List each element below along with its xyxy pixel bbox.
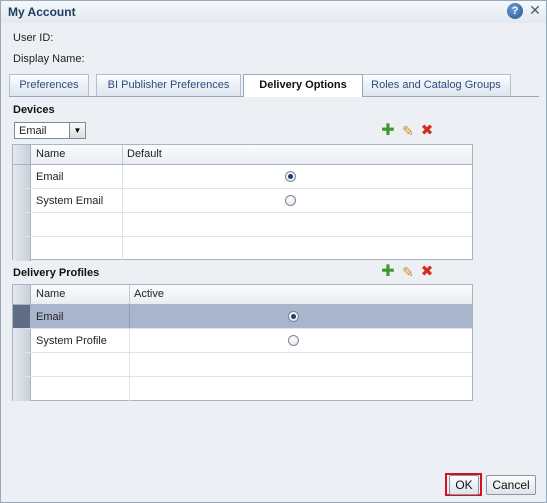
column-header-active[interactable]: Active xyxy=(130,285,474,304)
active-cell xyxy=(130,305,474,328)
add-icon[interactable]: ✚ xyxy=(380,264,396,280)
device-type-select[interactable]: Email ▼ xyxy=(14,122,86,139)
device-type-value: Email xyxy=(19,125,47,137)
table-row[interactable]: Email xyxy=(13,165,472,189)
device-name-cell: Email xyxy=(32,165,123,188)
delivery-options-panel: Devices Email ▼ ✚ ✎ ✖ Name Default Email xyxy=(9,96,539,458)
tab-bi-publisher-preferences[interactable]: BI Publisher Preferences xyxy=(96,74,241,96)
tab-label: Delivery Options xyxy=(259,79,347,91)
edit-icon[interactable]: ✎ xyxy=(400,264,416,280)
cancel-button[interactable]: Cancel xyxy=(486,475,536,495)
delivery-profiles-title: Delivery Profiles xyxy=(13,267,100,279)
active-radio[interactable] xyxy=(288,311,299,322)
close-icon[interactable]: ✕ xyxy=(528,2,542,18)
table-header: Name Active xyxy=(13,285,472,305)
ok-button[interactable]: OK xyxy=(449,475,479,495)
devices-table: Name Default Email System Email xyxy=(12,144,473,261)
profile-name-cell: Email xyxy=(32,305,130,328)
column-header-default[interactable]: Default xyxy=(123,145,474,164)
dialog-titlebar: My Account ? ✕ xyxy=(1,1,546,23)
device-name-cell: System Email xyxy=(32,189,123,212)
delete-icon[interactable]: ✖ xyxy=(419,123,435,139)
tab-preferences[interactable]: Preferences xyxy=(9,74,89,96)
devices-title: Devices xyxy=(13,104,55,116)
default-radio[interactable] xyxy=(285,171,296,182)
table-row[interactable]: Email xyxy=(13,305,472,329)
delete-icon[interactable]: ✖ xyxy=(419,264,435,280)
column-header-name[interactable]: Name xyxy=(32,285,130,304)
empty-row xyxy=(13,237,472,261)
default-cell xyxy=(123,189,474,212)
display-name-label: Display Name: xyxy=(13,53,85,65)
table-row[interactable]: System Email xyxy=(13,189,472,213)
active-cell xyxy=(130,329,474,352)
table-row[interactable]: System Profile xyxy=(13,329,472,353)
user-id-label: User ID: xyxy=(13,32,54,44)
my-account-dialog: My Account ? ✕ User ID: Display Name: Pr… xyxy=(0,0,547,503)
column-header-name[interactable]: Name xyxy=(32,145,123,164)
tab-roles-and-catalog-groups[interactable]: Roles and Catalog Groups xyxy=(361,74,511,96)
tab-label: Roles and Catalog Groups xyxy=(371,79,501,91)
empty-row xyxy=(13,353,472,377)
add-icon[interactable]: ✚ xyxy=(380,123,396,139)
default-cell xyxy=(123,165,474,188)
dialog-footer: OK Cancel xyxy=(1,458,546,502)
active-radio[interactable] xyxy=(288,335,299,346)
default-radio[interactable] xyxy=(285,195,296,206)
empty-row xyxy=(13,213,472,237)
tab-label: BI Publisher Preferences xyxy=(107,79,230,91)
delivery-profiles-table: Name Active Email System Profile xyxy=(12,284,473,401)
edit-icon[interactable]: ✎ xyxy=(400,123,416,139)
empty-row xyxy=(13,377,472,401)
chevron-down-icon[interactable]: ▼ xyxy=(69,123,85,138)
help-icon[interactable]: ? xyxy=(507,3,523,19)
table-header: Name Default xyxy=(13,145,472,165)
tab-label: Preferences xyxy=(19,79,79,91)
profile-name-cell: System Profile xyxy=(32,329,130,352)
dialog-title: My Account xyxy=(8,5,76,19)
tab-delivery-options[interactable]: Delivery Options xyxy=(243,74,363,97)
